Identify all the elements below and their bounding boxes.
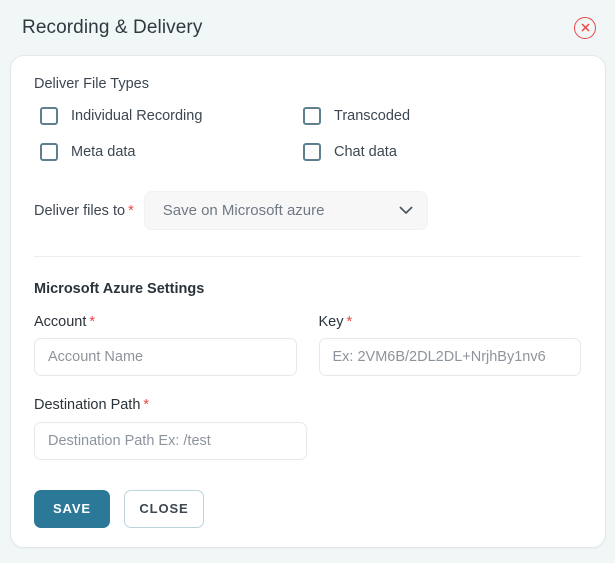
azure-field-row-1: Account* Key*	[34, 315, 581, 377]
deliver-files-to-label-text: Deliver files to	[34, 202, 126, 219]
checkbox-label: Meta data	[71, 144, 136, 161]
deliver-files-to-selected-value: Save on Microsoft azure	[162, 203, 325, 219]
azure-settings-heading: Microsoft Azure Settings	[34, 281, 205, 298]
deliver-files-to-select[interactable]: Save on Microsoft azure	[143, 191, 428, 231]
form-actions: SAVE CLOSE	[34, 489, 581, 528]
destination-path-field: Destination Path *	[34, 398, 307, 460]
destination-path-label-text: Destination Path	[34, 397, 141, 414]
key-input[interactable]	[318, 338, 581, 377]
checkbox-individual-recording[interactable]: Individual Recording	[40, 107, 203, 126]
checkbox-box-icon[interactable]	[40, 143, 58, 162]
key-field: Key *	[318, 315, 582, 377]
destination-path-label: Destination Path *	[34, 398, 307, 413]
modal-header: Recording & Delivery	[0, 0, 615, 55]
account-label: Account *	[34, 315, 297, 330]
settings-card: Deliver File Types Individual Recording …	[10, 55, 606, 548]
checkbox-label: Transcoded	[334, 108, 411, 125]
section-divider	[34, 256, 581, 258]
account-field: Account *	[34, 315, 297, 377]
checkbox-box-icon[interactable]	[40, 107, 58, 126]
checkbox-meta-data[interactable]: Meta data	[40, 143, 136, 162]
required-marker: *	[89, 313, 96, 330]
azure-field-row-2: Destination Path *	[34, 398, 581, 460]
chevron-down-icon[interactable]	[399, 202, 413, 220]
deliver-files-to-select-wrap: Save on Microsoft azure	[143, 191, 428, 231]
checkbox-chat-data[interactable]: Chat data	[303, 143, 397, 162]
close-dialog-button[interactable]	[574, 16, 596, 39]
deliver-file-types-label: Deliver File Types	[34, 76, 149, 92]
account-label-text: Account	[34, 313, 87, 330]
checkbox-label: Individual Recording	[71, 108, 203, 125]
close-button[interactable]: CLOSE	[124, 489, 204, 528]
checkbox-box-icon[interactable]	[303, 143, 321, 162]
save-button[interactable]: SAVE	[34, 489, 110, 528]
destination-path-input[interactable]	[34, 421, 307, 460]
checkbox-transcoded[interactable]: Transcoded	[303, 107, 411, 126]
checkbox-box-icon[interactable]	[303, 107, 321, 126]
account-input[interactable]	[34, 338, 297, 377]
page-title: Recording & Delivery	[22, 17, 203, 38]
required-marker: *	[128, 202, 134, 219]
deliver-files-to-label: Deliver files to *	[34, 202, 134, 219]
close-circle-icon	[580, 22, 591, 33]
azure-settings-block: Microsoft Azure Settings Account* Key* D…	[34, 281, 581, 528]
key-label: Key *	[319, 315, 582, 330]
deliver-file-types-group: Individual Recording Transcoded Meta dat…	[40, 107, 581, 162]
required-marker: *	[143, 397, 150, 414]
deliver-files-to-row: Deliver files to * Save on Microsoft azur…	[34, 191, 581, 231]
key-label-text: Key	[318, 313, 344, 330]
required-marker: *	[346, 313, 353, 330]
checkbox-label: Chat data	[334, 144, 397, 161]
